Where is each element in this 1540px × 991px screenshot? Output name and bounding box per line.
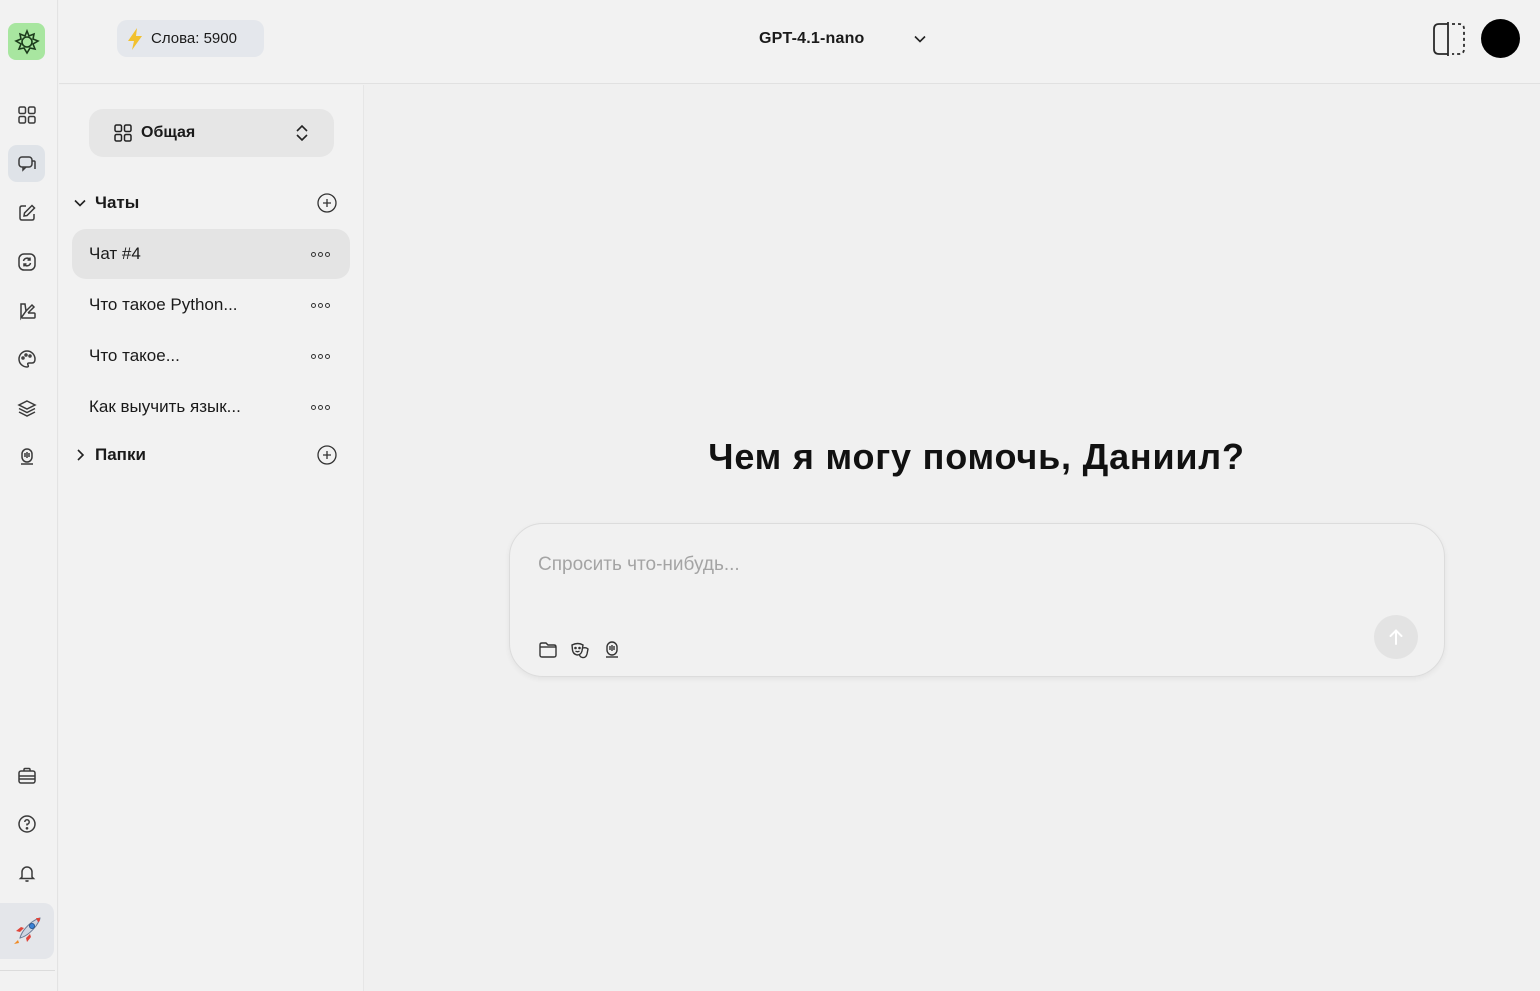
bell-icon	[18, 865, 35, 882]
microphone-icon	[20, 447, 33, 465]
send-button[interactable]	[1374, 615, 1418, 659]
add-folder-icon[interactable]	[316, 444, 338, 466]
words-balance-label: Слова: 5900	[151, 30, 237, 47]
lightning-icon	[128, 27, 142, 50]
rail-edit[interactable]	[8, 194, 45, 231]
rail-dashboard[interactable]	[8, 96, 45, 133]
rocket-icon	[14, 917, 41, 944]
split-view-button[interactable]	[1431, 20, 1467, 58]
layers-icon	[16, 399, 37, 417]
chevron-up-down-icon	[296, 124, 308, 142]
chat-options-icon[interactable]	[311, 404, 330, 410]
message-composer	[509, 523, 1445, 677]
add-chat-icon[interactable]	[316, 192, 338, 214]
chat-title: Что такое...	[89, 346, 180, 365]
chat-sidebar: Общая Чаты Чат #4 Что такое Python... Чт…	[59, 85, 364, 991]
rail-upgrade[interactable]	[0, 903, 54, 959]
folder-icon	[539, 642, 557, 658]
split-view-icon	[1433, 22, 1465, 56]
microphone-icon	[606, 641, 618, 658]
edit-icon	[18, 203, 36, 221]
chevron-down-icon	[74, 199, 86, 207]
briefcase-icon	[17, 767, 36, 784]
rail-help[interactable]	[8, 805, 45, 842]
greeting-heading: Чем я могу помочь, Даниил?	[708, 436, 1245, 477]
rail-voice[interactable]	[8, 438, 45, 475]
user-avatar[interactable]	[1481, 19, 1520, 58]
rail-brush[interactable]	[8, 292, 45, 329]
workspace-name: Общая	[141, 124, 196, 141]
roles-button[interactable]	[569, 639, 591, 661]
workspace-switcher[interactable]: Общая	[89, 109, 334, 157]
logo-icon	[13, 28, 40, 55]
chat-list-item[interactable]: Что такое...	[72, 331, 350, 381]
workspace-grid-icon	[114, 124, 132, 142]
left-rail	[0, 0, 58, 991]
chats-section-header[interactable]: Чаты	[73, 188, 338, 218]
chat-title: Как выучить язык...	[89, 397, 241, 416]
arrow-up-icon	[1389, 629, 1403, 645]
chat-options-icon[interactable]	[311, 251, 330, 257]
folders-section-title: Папки	[95, 445, 146, 464]
chat-options-icon[interactable]	[311, 302, 330, 308]
words-balance-badge[interactable]: Слова: 5900	[117, 20, 264, 57]
chats-section-title: Чаты	[95, 193, 140, 212]
chat-list-item[interactable]: Как выучить язык...	[72, 382, 350, 432]
refresh-icon	[17, 252, 36, 271]
top-bar: Слова: 5900 GPT-4.1-nano	[59, 0, 1540, 84]
brush-icon	[19, 302, 36, 320]
rail-layers[interactable]	[8, 389, 45, 426]
rail-refresh[interactable]	[8, 243, 45, 280]
rail-chats[interactable]	[8, 145, 45, 182]
chevron-right-icon	[77, 449, 85, 461]
model-name: GPT-4.1-nano	[759, 30, 865, 47]
attach-file-button[interactable]	[537, 639, 559, 661]
chat-title: Чат #4	[89, 244, 141, 263]
model-select[interactable]: GPT-4.1-nano	[759, 22, 927, 56]
chat-icon	[17, 155, 36, 172]
chevron-down-icon	[913, 35, 926, 43]
voice-input-button[interactable]	[601, 639, 623, 661]
app-logo[interactable]	[8, 23, 45, 60]
rail-briefcase[interactable]	[8, 757, 45, 794]
theater-masks-icon	[571, 642, 589, 659]
rail-divider	[0, 970, 55, 971]
chat-options-icon[interactable]	[311, 353, 330, 359]
help-icon	[17, 814, 36, 833]
palette-icon	[17, 349, 36, 368]
chat-title: Что такое Python...	[89, 295, 238, 314]
dashboard-icon	[17, 105, 36, 124]
chat-list-item[interactable]: Что такое Python...	[72, 280, 350, 330]
chat-list-item[interactable]: Чат #4	[72, 229, 350, 279]
folders-section-header[interactable]: Папки	[73, 440, 338, 470]
rail-notifications[interactable]	[8, 854, 45, 891]
message-input[interactable]	[538, 552, 1358, 578]
rail-palette[interactable]	[8, 340, 45, 377]
